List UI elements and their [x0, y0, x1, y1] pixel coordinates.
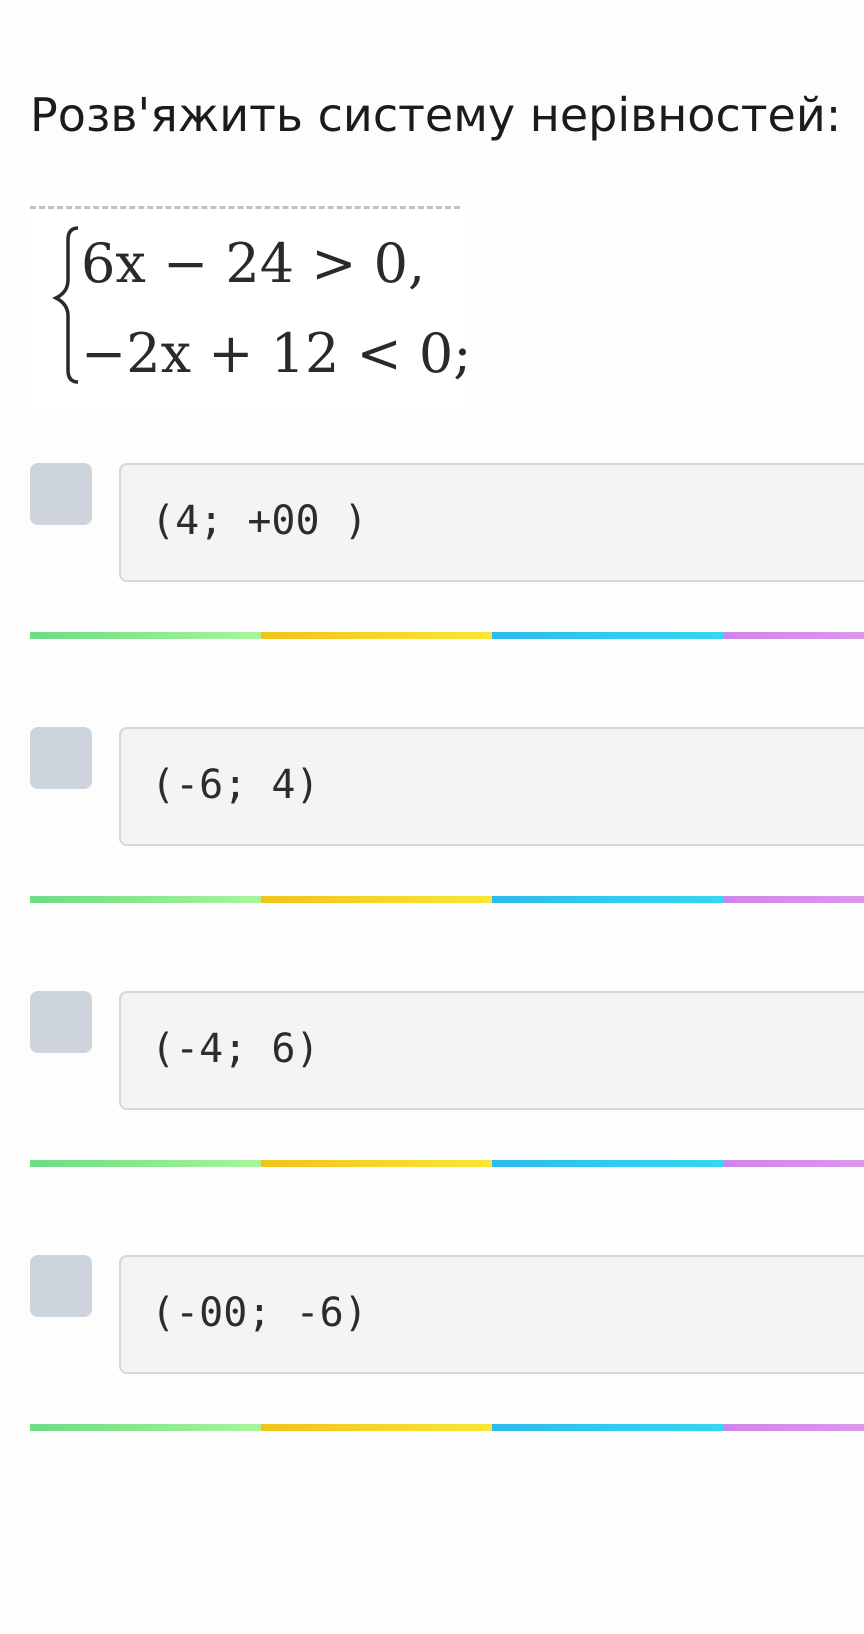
answer-box[interactable]: (-6; 4)	[119, 727, 864, 846]
system-brace-icon	[52, 226, 79, 384]
answer-option-2[interactable]: (-6; 4)	[0, 727, 864, 867]
rainbow-divider	[30, 632, 864, 639]
answer-text: (4; +00 )	[151, 498, 368, 544]
answer-option-1[interactable]: (4; +00 )	[0, 463, 864, 603]
rainbow-divider	[30, 1424, 864, 1431]
option-checkbox[interactable]	[30, 991, 92, 1053]
inequality-system-figure: 6x − 24 > 0, −2x + 12 < 0;	[52, 226, 466, 385]
answer-option-3[interactable]: (-4; 6)	[0, 991, 864, 1131]
inequality-system-image: 6x − 24 > 0, −2x + 12 < 0;	[26, 200, 466, 415]
inequality-line-2: −2x + 12 < 0;	[81, 322, 466, 385]
answer-box[interactable]: (4; +00 )	[119, 463, 864, 582]
option-checkbox[interactable]	[30, 1255, 92, 1317]
rainbow-divider	[30, 1160, 864, 1167]
answer-box[interactable]: (-00; -6)	[119, 1255, 864, 1374]
answer-text: (-00; -6)	[151, 1290, 368, 1336]
answer-text: (-4; 6)	[151, 1026, 320, 1072]
inequality-line-1: 6x − 24 > 0,	[81, 232, 425, 295]
rainbow-divider	[30, 896, 864, 903]
question-title: Розв'яжить систему нерівностей:	[30, 88, 842, 142]
answer-box[interactable]: (-4; 6)	[119, 991, 864, 1110]
option-checkbox[interactable]	[30, 463, 92, 525]
answer-option-4[interactable]: (-00; -6)	[0, 1255, 864, 1395]
answer-text: (-6; 4)	[151, 762, 320, 808]
option-checkbox[interactable]	[30, 727, 92, 789]
